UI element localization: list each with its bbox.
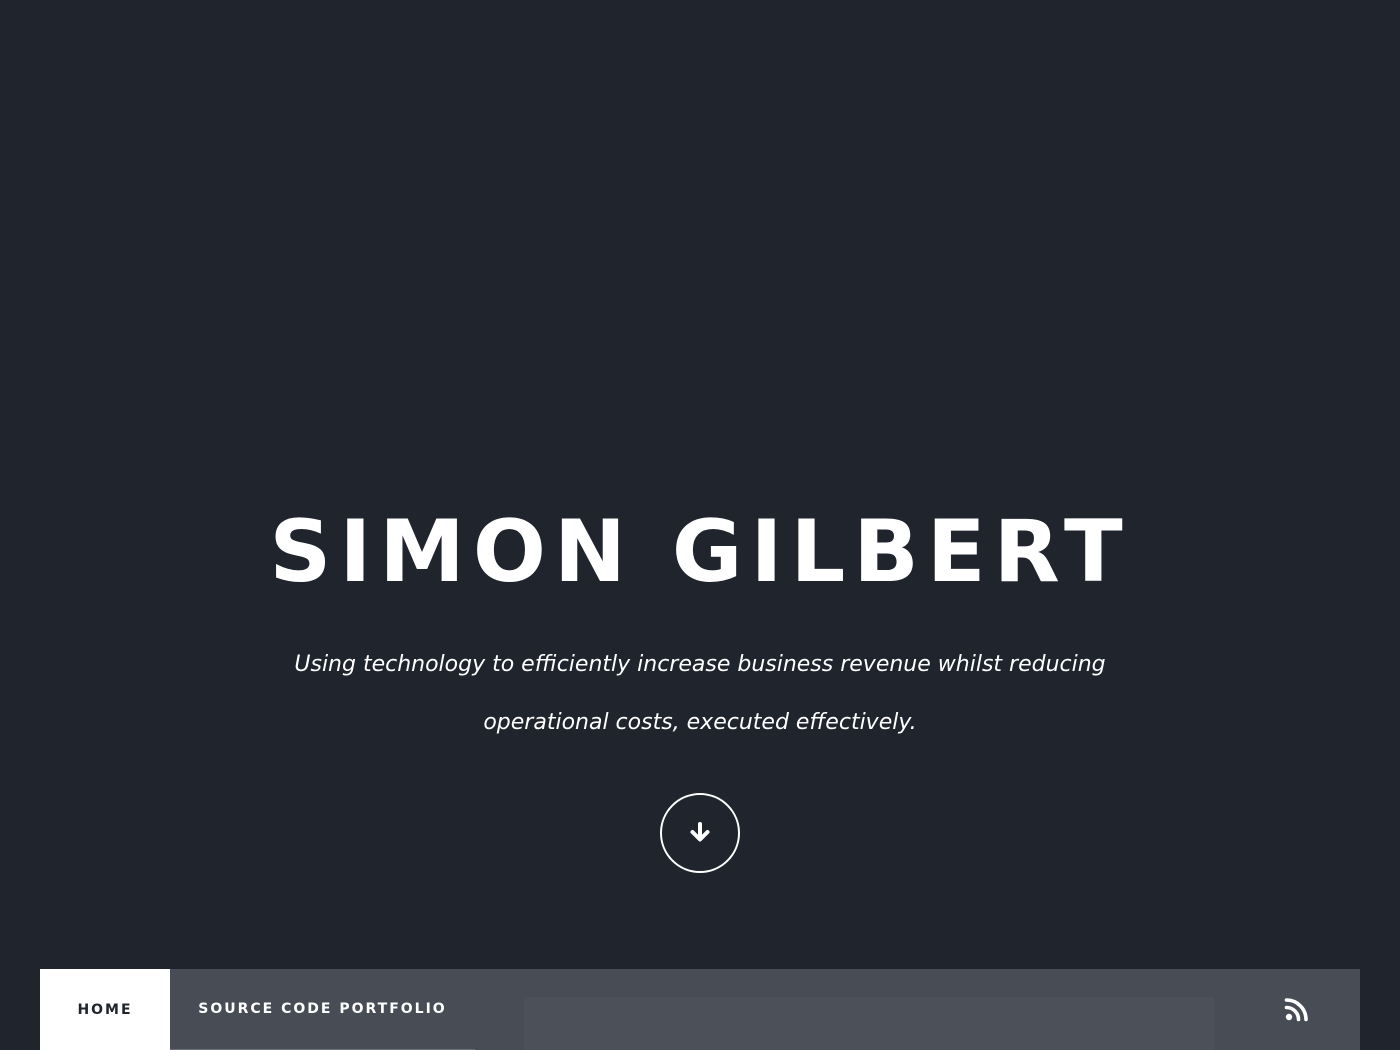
rss-feed-button[interactable] <box>1284 996 1310 1022</box>
main-navigation: HOME SOURCE CODE PORTFOLIO <box>40 969 1360 1050</box>
rss-icon <box>1284 998 1308 1022</box>
scroll-down-button[interactable] <box>660 793 740 873</box>
site-tagline: Using technology to efficiently increase… <box>294 652 1106 735</box>
nav-item-source-code-portfolio[interactable]: SOURCE CODE PORTFOLIO <box>170 969 475 1050</box>
site-title: SIMON GILBERT <box>269 502 1131 602</box>
nav-background-panel <box>524 997 1214 1050</box>
hero-section: SIMON GILBERT Using technology to effici… <box>0 0 1400 969</box>
nav-item-home[interactable]: HOME <box>40 969 170 1050</box>
arrow-down-icon <box>690 822 710 842</box>
